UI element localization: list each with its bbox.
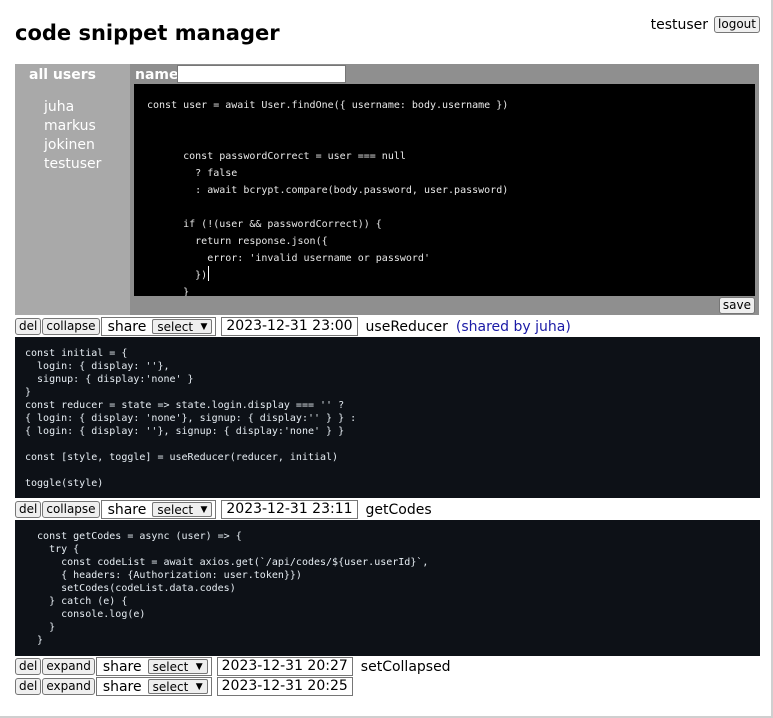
share-control: share select ▼ [100,317,217,336]
editor-area: all users juha markus jokinen testuser n… [15,64,759,315]
editor-line: : await bcrypt.compare(body.password, us… [147,185,509,196]
snippet-date: 2023-12-31 23:00 [221,317,358,336]
share-label: share [107,501,147,518]
snippet-toolbar: del collapse share select ▼ 2023-12-31 23… [15,500,432,519]
user-bar: testuser logout [651,16,760,33]
snippet-code-block: const initial = { login: { display: ''},… [15,337,760,498]
snippet-name-input[interactable] [177,65,346,83]
code-editor-content[interactable]: const user = await User.findOne({ userna… [147,97,508,296]
chevron-down-icon: ▼ [200,322,208,332]
snippet-title: getCodes [365,501,432,518]
delete-button[interactable]: del [15,678,42,695]
current-username: testuser [650,16,709,33]
user-list: juha markus jokinen testuser [44,98,101,174]
editor-line: }) [147,270,208,281]
editor-line: return response.json({ [147,236,328,247]
collapse-button[interactable]: collapse [42,318,100,335]
share-select[interactable]: select ▼ [152,502,213,517]
share-select[interactable]: select ▼ [152,319,213,334]
share-select-value: select [152,680,189,694]
collapse-button[interactable]: collapse [42,501,100,518]
sidebar-item-user[interactable]: jokinen [44,136,101,155]
chevron-down-icon: ▼ [195,682,203,692]
share-select[interactable]: select ▼ [147,659,208,674]
sidebar-item-user[interactable]: testuser [44,155,101,174]
share-select[interactable]: select ▼ [147,679,208,694]
sidebar-title[interactable]: all users [29,67,96,83]
share-label: share [102,678,142,695]
editor-line: } [147,287,190,296]
snippet-code: const getCodes = async (user) => { try {… [37,531,429,646]
snippet-editor-panel: name const user = await User.findOne({ u… [130,64,759,315]
share-control: share select ▼ [95,657,212,676]
logout-button[interactable]: logout [714,16,760,33]
snippet-toolbar: del expand share select ▼ 2023-12-31 20:2… [15,657,451,676]
text-cursor [208,266,209,281]
expand-button[interactable]: expand [42,658,95,675]
snippet-date: 2023-12-31 20:25 [216,677,353,696]
save-button[interactable]: save [718,297,755,314]
users-sidebar: all users juha markus jokinen testuser [15,64,126,315]
share-select-value: select [157,503,194,517]
snippet-date: 2023-12-31 20:27 [216,657,353,676]
snippet-code-block: const getCodes = async (user) => { try {… [15,520,760,656]
page-title: code snippet manager [15,21,280,45]
editor-line: const user = await User.findOne({ userna… [147,100,509,111]
chevron-down-icon: ▼ [200,505,208,515]
share-control: share select ▼ [100,500,217,519]
editor-line: const passwordCorrect = user === null [147,151,406,162]
share-select-value: select [152,660,189,674]
shared-by-label: (shared by juha) [455,318,571,335]
expand-button[interactable]: expand [42,678,95,695]
delete-button[interactable]: del [15,658,42,675]
snippet-title: useReducer [365,318,448,335]
delete-button[interactable]: del [15,501,42,518]
editor-line: error: 'invalid username or password' [147,253,430,264]
share-control: share select ▼ [95,677,212,696]
editor-line: if (!(user && passwordCorrect)) { [147,219,382,230]
sidebar-item-user[interactable]: juha [44,98,101,117]
code-editor[interactable]: const user = await User.findOne({ userna… [134,84,755,296]
snippet-toolbar: del collapse share select ▼ 2023-12-31 23… [15,317,571,336]
share-label: share [107,318,147,335]
chevron-down-icon: ▼ [195,662,203,672]
snippet-code: const initial = { login: { display: ''},… [25,348,357,489]
sidebar-item-user[interactable]: markus [44,117,101,136]
share-select-value: select [157,320,194,334]
share-label: share [102,658,142,675]
snippet-date: 2023-12-31 23:11 [221,500,358,519]
snippet-toolbar: del expand share select ▼ 2023-12-31 20:2… [15,677,353,696]
snippet-title: setCollapsed [360,658,451,675]
editor-line: ? false [147,168,238,179]
name-label: name [135,67,179,83]
delete-button[interactable]: del [15,318,42,335]
